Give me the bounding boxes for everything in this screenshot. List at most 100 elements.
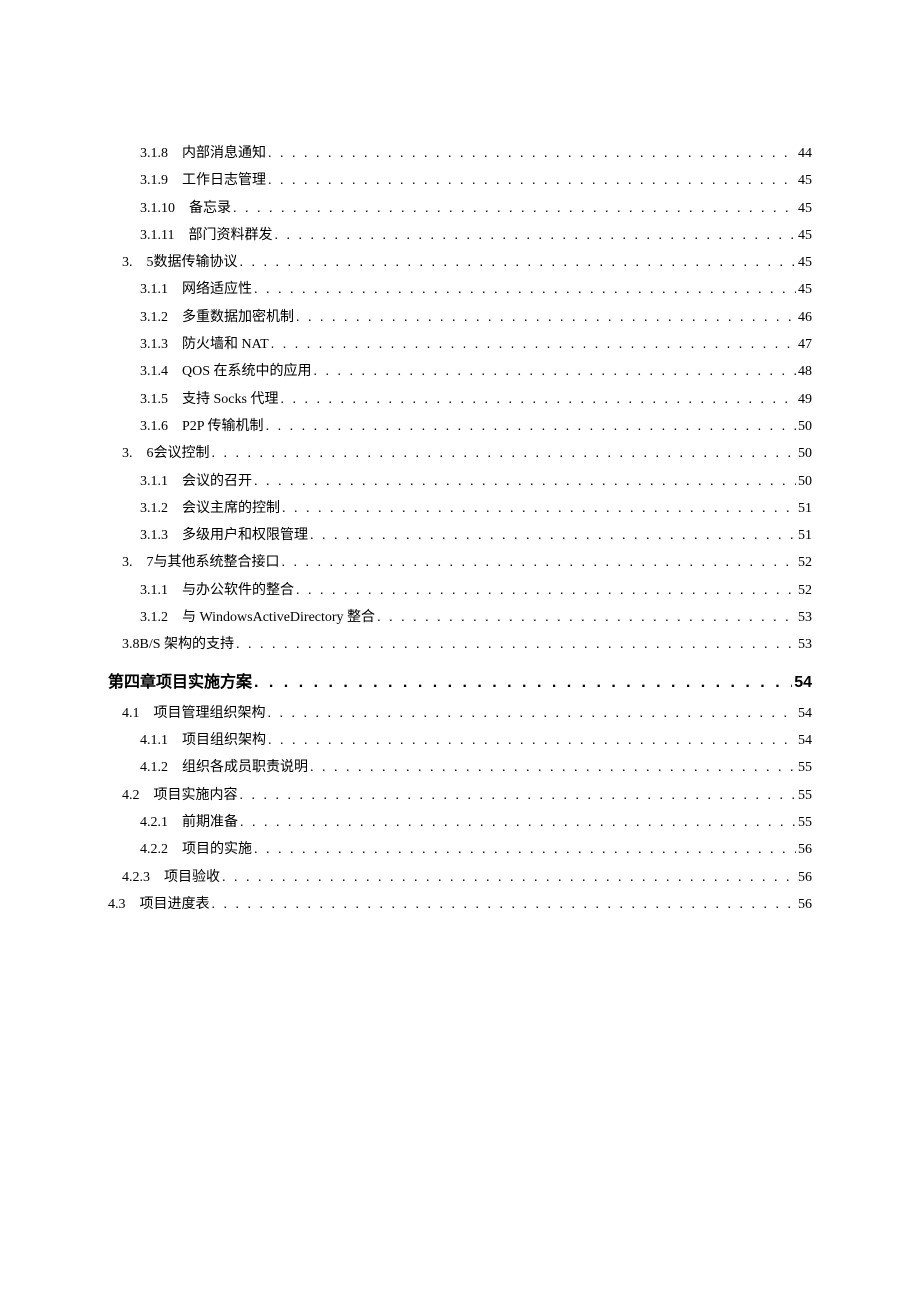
toc-entry: 4.2.3 项目验收. . . . . . . . . . . . . . . .… [108,864,812,891]
toc-leader-dots: . . . . . . . . . . . . . . . . . . . . … [212,440,797,467]
toc-leader-dots: . . . . . . . . . . . . . . . . . . . . … [280,386,796,413]
toc-entry-title: B/S 架构的支持 [140,631,235,658]
toc-entry-number: 3.1.10 [140,195,175,222]
toc-entry-page: 53 [798,604,812,631]
toc-entry-page: 47 [798,331,812,358]
toc-entry-page: 45 [798,195,812,222]
toc-entry-number: 3.1.1 [140,468,168,495]
toc-entry: 3. 5数据传输协议. . . . . . . . . . . . . . . … [108,249,812,276]
toc-entry-title: 前期准备 [182,809,238,836]
toc-entry-title: 项目实施内容 [154,782,238,809]
toc-leader-dots: . . . . . . . . . . . . . . . . . . . . … [240,809,796,836]
toc-entry-number: 4.3 [108,891,126,918]
toc-entry-number: 4.1 [122,700,140,727]
toc-entry-title: 工作日志管理 [182,167,266,194]
toc-entry: 3.1.2多重数据加密机制. . . . . . . . . . . . . .… [108,304,812,331]
toc-entry: 3.1.1会议的召开. . . . . . . . . . . . . . . … [108,468,812,495]
toc-entry: 3. 7与其他系统整合接口. . . . . . . . . . . . . .… [108,549,812,576]
toc-leader-dots: . . . . . . . . . . . . . . . . . . . . … [266,413,796,440]
toc-leader-dots: . . . . . . . . . . . . . . . . . . . . … [377,604,796,631]
toc-leader-dots: . . . . . . . . . . . . . . . . . . . . … [254,276,796,303]
toc-entry-page: 55 [798,809,812,836]
toc-leader-dots: . . . . . . . . . . . . . . . . . . . . … [240,782,797,809]
toc-entry-number: 3.1.1 [140,276,168,303]
toc-entry-number: 4.1.1 [140,727,168,754]
toc-entry-page: 56 [798,864,812,891]
toc-entry: 3.1.3 多级用户和权限管理. . . . . . . . . . . . . … [108,522,812,549]
toc-entry: 4.1.1项目组织架构. . . . . . . . . . . . . . .… [108,727,812,754]
toc-leader-dots: . . . . . . . . . . . . . . . . . . . . … [212,891,797,918]
toc-entry-title: 网络适应性 [182,276,252,303]
toc-entry: 3.1.1与办公软件的整合. . . . . . . . . . . . . .… [108,577,812,604]
toc-entry-title: 多级用户和权限管理 [182,522,308,549]
toc-entry: 4.3 项目进度表. . . . . . . . . . . . . . . . … [108,891,812,918]
toc-entry-page: 56 [798,836,812,863]
toc-entry: 3.1.11部门资料群发. . . . . . . . . . . . . . … [108,222,812,249]
toc-entry-number: 4.2 [122,782,140,809]
toc-leader-dots: . . . . . . . . . . . . . . . . . . . . … [222,864,796,891]
toc-entry-page: 55 [798,754,812,781]
toc-entry: 4.1 项目管理组织架构. . . . . . . . . . . . . . .… [108,700,812,727]
toc-entry-page: 48 [798,358,812,385]
toc-leader-dots: . . . . . . . . . . . . . . . . . . . . … [268,140,796,167]
toc-leader-dots: . . . . . . . . . . . . . . . . . . . . … [282,549,797,576]
toc-leader-dots: . . . . . . . . . . . . . . . . . . . . … [310,754,796,781]
toc-entry-title: 项目进度表 [140,891,210,918]
toc-entry: 3.1.1 网络适应性. . . . . . . . . . . . . . . … [108,276,812,303]
toc-entry-title: 与其他系统整合接口 [154,549,280,576]
toc-entry-number: 3.1.5 [140,386,168,413]
toc-leader-dots: . . . . . . . . . . . . . . . . . . . . … [282,495,796,522]
toc-leader-dots: . . . . . . . . . . . . . . . . . . . . … [233,195,796,222]
toc-entry-number: 4.2.1 [140,809,168,836]
toc-entry-number: 3.1.3 [140,331,168,358]
toc-entry-number: 4.1.2 [140,754,168,781]
toc-entry-title: QOS 在系统中的应用 [182,358,312,385]
toc-entry-number: 3.1.8 [140,140,168,167]
toc-entry-page: 45 [798,249,812,276]
toc-entry: 3.1.2与 WindowsActiveDirectory 整合. . . . … [108,604,812,631]
toc-entry-page: 54 [798,700,812,727]
toc-entry-title: 项目组织架构 [182,727,266,754]
toc-entry-number: 3.1.2 [140,304,168,331]
toc-leader-dots: . . . . . . . . . . . . . . . . . . . . … [254,665,792,700]
toc-entry: 3.8B/S 架构的支持. . . . . . . . . . . . . . … [108,631,812,658]
toc-entry-number: 4.2.3 [122,864,150,891]
toc-entry-title: 项目验收 [164,864,220,891]
toc-entry-number: 3.8 [122,631,140,658]
toc-entry-number: 3.1.6 [140,413,168,440]
toc-entry-page: 44 [798,140,812,167]
toc-entry-number: 3.1.2 [140,495,168,522]
toc-entry-title: P2P 传输机制 [182,413,264,440]
toc-entry-page: 55 [798,782,812,809]
toc-entry-page: 49 [798,386,812,413]
toc-leader-dots: . . . . . . . . . . . . . . . . . . . . … [268,700,797,727]
toc-entry-title: 组织各成员职责说明 [182,754,308,781]
toc-entry: 3.1.8内部消息通知. . . . . . . . . . . . . . .… [108,140,812,167]
toc-entry-title: 防火墙和 NAT [182,331,269,358]
toc-entry-number: 3.1.1 [140,577,168,604]
toc-leader-dots: . . . . . . . . . . . . . . . . . . . . … [310,522,796,549]
toc-entry-page: 51 [798,522,812,549]
toc-entry-page: 54 [794,665,812,700]
toc-entry-page: 50 [798,440,812,467]
toc-leader-dots: . . . . . . . . . . . . . . . . . . . . … [296,304,796,331]
toc-entry: 3.1.2会议主席的控制. . . . . . . . . . . . . . … [108,495,812,522]
toc-entry-title: 部门资料群发 [188,222,272,249]
toc-entry-number: 3.1.3 [140,522,168,549]
toc-entry-title: 数据传输协议 [154,249,238,276]
toc-entry-page: 56 [798,891,812,918]
toc-entry: 3.1.6 P2P 传输机制. . . . . . . . . . . . . .… [108,413,812,440]
toc-entry-title: 与 WindowsActiveDirectory 整合 [182,604,375,631]
toc-entry-page: 52 [798,577,812,604]
toc-entry-title: 备忘录 [189,195,231,222]
toc-entry-title: 项目管理组织架构 [154,700,266,727]
toc-entry: 3.1.10 备忘录. . . . . . . . . . . . . . . .… [108,195,812,222]
toc-entry: 3.1.5支持 Socks 代理. . . . . . . . . . . . … [108,386,812,413]
toc-entry: 4.2.1 前期准备. . . . . . . . . . . . . . . .… [108,809,812,836]
toc-leader-dots: . . . . . . . . . . . . . . . . . . . . … [296,577,796,604]
toc-entry-number: 3. 6 [122,440,154,467]
table-of-contents: 3.1.8内部消息通知. . . . . . . . . . . . . . .… [108,140,812,918]
toc-entry-page: 50 [798,413,812,440]
toc-leader-dots: . . . . . . . . . . . . . . . . . . . . … [274,222,796,249]
toc-entry-title: 会议控制 [154,440,210,467]
